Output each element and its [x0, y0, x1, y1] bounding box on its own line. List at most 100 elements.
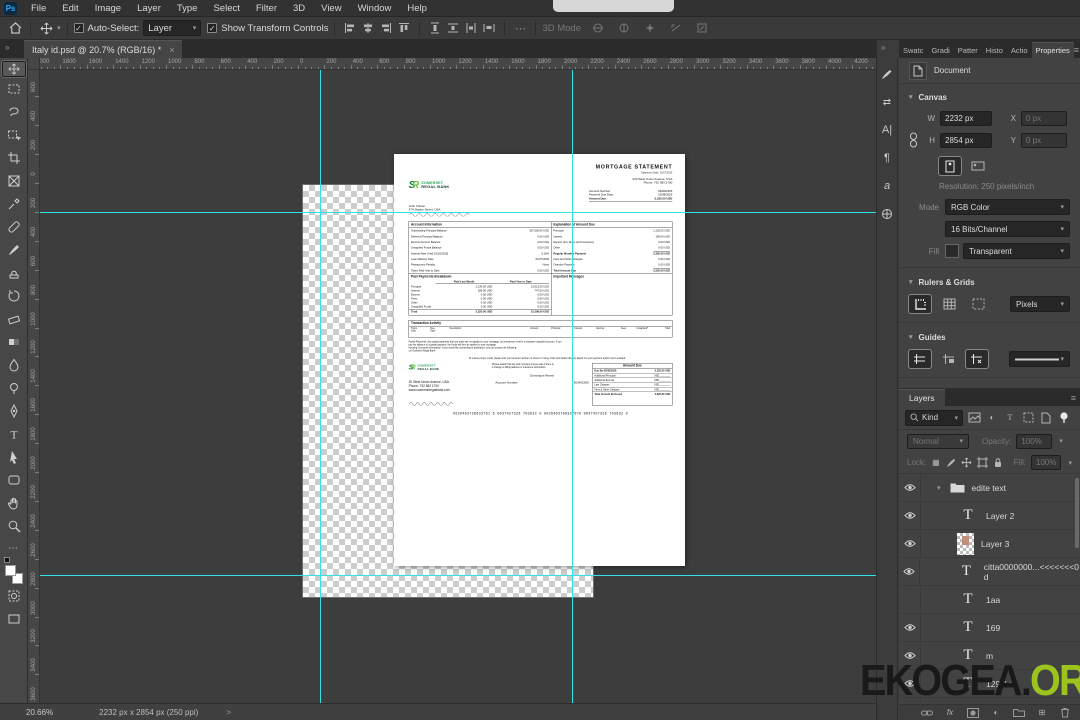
landscape-orientation-button[interactable]	[967, 157, 989, 175]
menu-item-window[interactable]: Window	[350, 3, 400, 14]
filter-adjustment-layers-icon[interactable]: ◐	[985, 411, 999, 425]
menu-item-layer[interactable]: Layer	[129, 3, 169, 14]
menu-item-file[interactable]: File	[23, 3, 54, 14]
distribute-bottom-icon[interactable]	[462, 20, 480, 36]
distribute-top-icon[interactable]	[426, 20, 444, 36]
chevron-down-icon[interactable]: ▾	[909, 93, 913, 101]
distribute-middle-icon[interactable]	[444, 20, 462, 36]
pen-tool-icon[interactable]	[2, 399, 26, 422]
path-selection-tool-icon[interactable]	[2, 445, 26, 468]
shape-tool-icon[interactable]	[2, 468, 26, 491]
collapse-panels-icon[interactable]: »	[5, 43, 10, 52]
toggle-grid-button[interactable]	[938, 295, 960, 313]
menu-item-type[interactable]: Type	[169, 3, 206, 14]
toggle-pixel-grid-button[interactable]	[967, 295, 989, 313]
menu-item-view[interactable]: View	[313, 3, 349, 14]
toggle-guides-button[interactable]	[908, 349, 932, 369]
blend-mode-dropdown[interactable]: Normal ▾	[907, 433, 969, 449]
frame-tool-icon[interactable]	[2, 169, 26, 192]
healing-brush-tool-icon[interactable]	[2, 215, 26, 238]
menu-item-3d[interactable]: 3D	[285, 3, 313, 14]
gradient-tool-icon[interactable]	[2, 330, 26, 353]
clear-guides-button[interactable]	[965, 349, 989, 369]
paragraph-panel-icon[interactable]: ¶	[879, 150, 895, 166]
marquee-tool-icon[interactable]	[2, 77, 26, 100]
canvas-workspace[interactable]: S R SOMERSET REGAL BANK MORTGAGE STATEME…	[40, 70, 876, 703]
delete-layer-icon[interactable]	[1058, 706, 1072, 720]
lasso-tool-icon[interactable]	[2, 100, 26, 123]
horizontal-guide[interactable]	[40, 212, 876, 213]
layer-fill-field[interactable]: 100%	[1031, 455, 1062, 470]
document-tab[interactable]: Italy id.psd @ 20.7% (RGB/16) * ×	[24, 40, 183, 58]
lock-position-icon[interactable]	[961, 456, 972, 470]
layer-visibility-toggle[interactable]	[899, 530, 921, 557]
layer-row[interactable]: Layer 3	[899, 530, 1080, 558]
vertical-guide[interactable]	[572, 70, 573, 703]
layer-name[interactable]: Layer 3	[981, 539, 1009, 549]
zoom-level[interactable]: 20.66%	[26, 708, 53, 717]
vertical-ruler[interactable]: 8006004002000200400600800100012001400160…	[28, 70, 40, 703]
layer-name[interactable]: Layer 2	[986, 511, 1014, 521]
filter-image-layers-icon[interactable]	[967, 411, 981, 425]
horizontal-guide[interactable]	[40, 575, 876, 576]
clone-stamp-tool-icon[interactable]	[2, 261, 26, 284]
chevron-down-icon[interactable]: ▾	[909, 333, 913, 341]
canvas-width-field[interactable]: 2232 px	[940, 110, 992, 126]
lock-all-icon[interactable]	[993, 456, 1003, 470]
scale-3d-icon[interactable]	[693, 20, 711, 36]
layer-visibility-toggle[interactable]	[899, 558, 921, 585]
panel-tab-swatc[interactable]: Swatc	[899, 43, 927, 58]
zoom-tool-icon[interactable]	[2, 514, 26, 537]
layer-visibility-toggle[interactable]	[899, 586, 921, 613]
align-top-icon[interactable]	[395, 20, 413, 36]
roll-3d-icon[interactable]	[615, 20, 633, 36]
eraser-tool-icon[interactable]	[2, 307, 26, 330]
home-icon[interactable]	[6, 20, 24, 36]
character-panel-icon[interactable]: A|	[879, 122, 895, 138]
layer-row[interactable]: Tcitta0000000...<<<<<<<0 d	[899, 558, 1080, 586]
chevron-down-icon[interactable]: ▾	[937, 484, 941, 492]
panel-tab-properties[interactable]: Properties	[1031, 42, 1074, 58]
object-selection-tool-icon[interactable]	[2, 123, 26, 146]
ruler-origin-corner[interactable]	[28, 58, 40, 70]
vertical-guide[interactable]	[320, 70, 321, 703]
screen-mode-icon[interactable]	[2, 607, 26, 630]
libraries-panel-icon[interactable]	[879, 206, 895, 222]
color-mode-dropdown[interactable]: RGB Color ▾	[945, 199, 1070, 215]
quick-mask-icon[interactable]	[2, 584, 26, 607]
eyedropper-tool-icon[interactable]	[2, 192, 26, 215]
panel-tab-histo[interactable]: Histo	[982, 43, 1007, 58]
brush-tool-icon[interactable]	[2, 238, 26, 261]
menu-item-filter[interactable]: Filter	[248, 3, 285, 14]
foreground-background-colors[interactable]	[3, 557, 24, 584]
filter-shape-layers-icon[interactable]	[1021, 411, 1035, 425]
chevron-down-icon[interactable]: ▾	[57, 24, 61, 32]
chevron-down-icon[interactable]: ▾	[909, 278, 913, 286]
guide-style-dropdown[interactable]: ▾	[1008, 351, 1071, 367]
layer-mask-icon[interactable]	[966, 706, 980, 720]
bit-depth-dropdown[interactable]: 16 Bits/Channel ▾	[945, 221, 1070, 237]
auto-select-checkbox[interactable]: ✓	[73, 23, 84, 33]
auto-select-target-dropdown[interactable]: Layer ▾	[143, 20, 202, 36]
layer-row[interactable]: T Layer 2	[899, 502, 1080, 530]
brushes-panel-icon[interactable]	[879, 66, 895, 82]
glyphs-panel-icon[interactable]: a	[879, 178, 895, 194]
layer-filter-kind-dropdown[interactable]: Kind ▾	[905, 409, 963, 426]
tool-presets-icon[interactable]: ⇄	[879, 94, 895, 110]
canvas-height-field[interactable]: 2854 px	[940, 132, 992, 148]
type-tool-icon[interactable]: T	[2, 422, 26, 445]
link-layers-icon[interactable]	[920, 706, 934, 720]
layer-row[interactable]: T 1aa	[899, 586, 1080, 614]
filter-type-layers-icon[interactable]: T	[1003, 411, 1017, 425]
opacity-field[interactable]: 100%	[1016, 433, 1053, 449]
align-right-icon[interactable]	[377, 20, 395, 36]
dodge-tool-icon[interactable]	[2, 376, 26, 399]
new-layer-icon[interactable]: ⊞	[1035, 706, 1049, 720]
menu-item-help[interactable]: Help	[399, 3, 435, 14]
lock-artboard-icon[interactable]	[976, 456, 988, 470]
orbit-3d-icon[interactable]	[589, 20, 607, 36]
close-tab-icon[interactable]: ×	[169, 45, 174, 55]
link-dimensions-icon[interactable]	[909, 132, 921, 148]
filter-toggle-icon[interactable]	[1057, 411, 1071, 425]
blur-tool-icon[interactable]	[2, 353, 26, 376]
